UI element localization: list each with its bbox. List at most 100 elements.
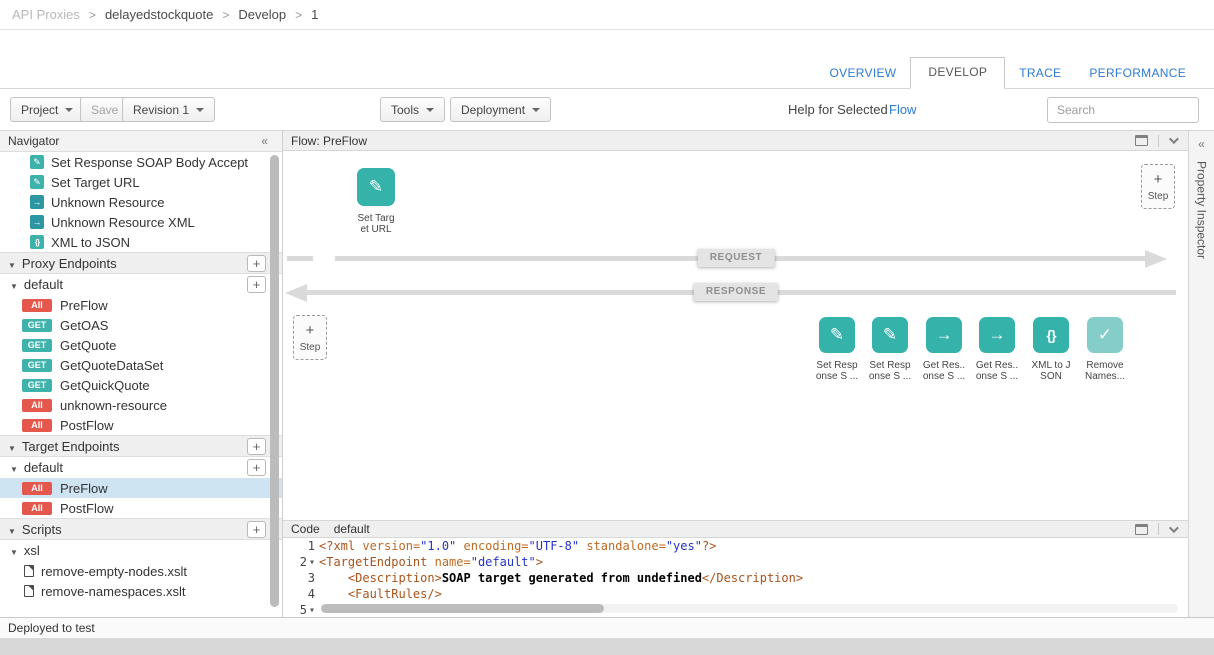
target-endpoint-default-group[interactable]: default xyxy=(0,457,282,478)
method-badge: GET xyxy=(22,339,52,352)
method-badge: GET xyxy=(22,379,52,392)
scrollbar-thumb[interactable] xyxy=(321,604,604,613)
callout-icon[interactable] xyxy=(926,317,962,353)
section-title: Target Endpoints xyxy=(22,439,120,454)
proxy-flow-getquotedataset[interactable]: GET GetQuoteDataSet xyxy=(0,355,282,375)
breadcrumb-api-proxies[interactable]: API Proxies xyxy=(12,7,80,22)
proxy-flow-unknown-resource[interactable]: All unknown-resource xyxy=(0,395,282,415)
add-flow-button[interactable] xyxy=(247,276,266,293)
code-editor[interactable]: 1 <?xml version="1.0" encoding="UTF-8" s… xyxy=(283,538,1188,616)
fold-icon[interactable] xyxy=(309,553,315,571)
group-label: default xyxy=(24,460,63,475)
navigator-item-label: Unknown Resource xyxy=(51,195,164,210)
breadcrumb-revision-number[interactable]: 1 xyxy=(311,7,318,22)
proxy-flow-getquickquote[interactable]: GET GetQuickQuote xyxy=(0,375,282,395)
pencil-icon[interactable] xyxy=(872,317,908,353)
tools-menu-label: Tools xyxy=(391,103,419,117)
section-target-endpoints[interactable]: Target Endpoints xyxy=(0,435,282,457)
caret-down-icon xyxy=(532,108,540,112)
navigator-item-unknown-resource-xml[interactable]: Unknown Resource XML xyxy=(0,212,282,232)
code-header: Code default xyxy=(283,520,1188,538)
cloud-check-icon[interactable] xyxy=(1087,317,1123,353)
navigator-item-set-response-soap-body-accept[interactable]: Set Response SOAP Body Accept xyxy=(0,152,282,172)
proxy-flow-preflow[interactable]: All PreFlow xyxy=(0,295,282,315)
collapse-navigator-icon[interactable]: « xyxy=(261,134,268,148)
tools-menu-button[interactable]: Tools xyxy=(380,97,445,122)
braces-icon[interactable] xyxy=(1033,317,1069,353)
triangle-down-icon xyxy=(8,522,16,537)
expand-property-inspector-icon[interactable]: « xyxy=(1189,137,1214,151)
navigator-scrollbar[interactable] xyxy=(270,155,279,607)
collapse-panel-icon[interactable] xyxy=(1169,523,1179,533)
add-flow-button[interactable] xyxy=(247,459,266,476)
method-badge: GET xyxy=(22,319,52,332)
flow-label: PreFlow xyxy=(60,298,108,313)
fold-icon[interactable] xyxy=(309,601,315,616)
scripts-xsl-group[interactable]: xsl xyxy=(0,540,282,561)
navigator-title: Navigator xyxy=(8,134,59,148)
breadcrumb-develop[interactable]: Develop xyxy=(238,7,286,22)
callout-icon[interactable] xyxy=(979,317,1015,353)
scrollbar-thumb[interactable] xyxy=(270,155,279,607)
navigator-item-label: Set Response SOAP Body Accept xyxy=(51,155,248,170)
flow-step-set-response-1[interactable]: Set Resp onse S ... xyxy=(810,317,864,382)
proxy-flow-postflow[interactable]: All PostFlow xyxy=(0,415,282,435)
flow-step-get-response-2[interactable]: Get Res.. onse S ... xyxy=(970,317,1024,382)
collapse-panel-icon[interactable] xyxy=(1169,134,1179,144)
proxy-flow-getoas[interactable]: GET GetOAS xyxy=(0,315,282,335)
section-proxy-endpoints[interactable]: Proxy Endpoints xyxy=(0,252,282,274)
flow-step-xml-to-json[interactable]: XML to J SON xyxy=(1024,317,1078,382)
console-toggle-icon[interactable] xyxy=(1135,524,1148,535)
flow-canvas[interactable]: Set Targ et URL Step REQUEST RESPONSE St… xyxy=(283,151,1188,519)
section-scripts[interactable]: Scripts xyxy=(0,518,282,540)
resource-arrow-icon xyxy=(30,215,44,229)
section-title: Proxy Endpoints xyxy=(22,256,117,271)
flow-step-set-target-url[interactable] xyxy=(357,168,395,206)
script-remove-empty-nodes[interactable]: remove-empty-nodes.xslt xyxy=(0,561,282,581)
caret-down-icon xyxy=(65,108,73,112)
flow-step-label: Remove Names... xyxy=(1085,360,1125,382)
add-proxy-endpoint-button[interactable] xyxy=(247,255,266,272)
code-file-name[interactable]: default xyxy=(334,522,370,536)
add-request-step-button[interactable]: Step xyxy=(1141,164,1175,209)
breadcrumb-proxy-name[interactable]: delayedstockquote xyxy=(105,7,213,22)
search-input[interactable] xyxy=(1047,97,1199,123)
project-menu-label: Project xyxy=(21,103,58,117)
add-script-button[interactable] xyxy=(247,521,266,538)
flow-header-icons xyxy=(1135,135,1180,147)
script-remove-namespaces[interactable]: remove-namespaces.xslt xyxy=(0,581,282,601)
target-flow-preflow[interactable]: All PreFlow xyxy=(0,478,282,498)
add-response-step-button[interactable]: Step xyxy=(293,315,327,360)
project-menu-button[interactable]: Project xyxy=(10,97,84,122)
caret-down-icon xyxy=(196,108,204,112)
flow-step-set-response-2[interactable]: Set Resp onse S ... xyxy=(863,317,917,382)
proxy-flow-getquote[interactable]: GET GetQuote xyxy=(0,335,282,355)
target-flow-postflow[interactable]: All PostFlow xyxy=(0,498,282,518)
add-target-endpoint-button[interactable] xyxy=(247,438,266,455)
pencil-icon[interactable] xyxy=(819,317,855,353)
tab-trace[interactable]: TRACE xyxy=(1005,59,1075,89)
navigator-item-unknown-resource[interactable]: Unknown Resource xyxy=(0,192,282,212)
flow-step-label: XML to J SON xyxy=(1031,360,1070,382)
request-lane-label: REQUEST xyxy=(698,249,775,267)
console-toggle-icon[interactable] xyxy=(1135,135,1148,146)
tab-develop[interactable]: DEVELOP xyxy=(910,57,1005,89)
code-horizontal-scrollbar[interactable] xyxy=(321,604,1178,613)
proxy-endpoint-default-group[interactable]: default xyxy=(0,274,282,295)
help-flow-link[interactable]: Flow xyxy=(889,102,916,117)
navigator-item-set-target-url[interactable]: Set Target URL xyxy=(0,172,282,192)
revision-menu-button[interactable]: Revision 1 xyxy=(122,97,215,122)
deployment-menu-button[interactable]: Deployment xyxy=(450,97,551,122)
flow-step-get-response-1[interactable]: Get Res.. onse S ... xyxy=(917,317,971,382)
add-step-label: Step xyxy=(300,342,321,353)
code-header-icons xyxy=(1135,523,1180,535)
navigator-item-xml-to-json[interactable]: XML to JSON xyxy=(0,232,282,252)
tab-performance[interactable]: PERFORMANCE xyxy=(1075,59,1200,89)
tab-overview[interactable]: OVERVIEW xyxy=(816,59,911,89)
flow-step-remove-namespaces[interactable]: Remove Names... xyxy=(1078,317,1132,382)
code-panel-label: Code xyxy=(291,522,320,536)
navigator-header: Navigator « xyxy=(0,131,282,152)
property-inspector-panel[interactable]: « Property Inspector xyxy=(1188,131,1214,617)
flow-label: PreFlow xyxy=(60,481,108,496)
script-label: remove-empty-nodes.xslt xyxy=(41,564,187,579)
